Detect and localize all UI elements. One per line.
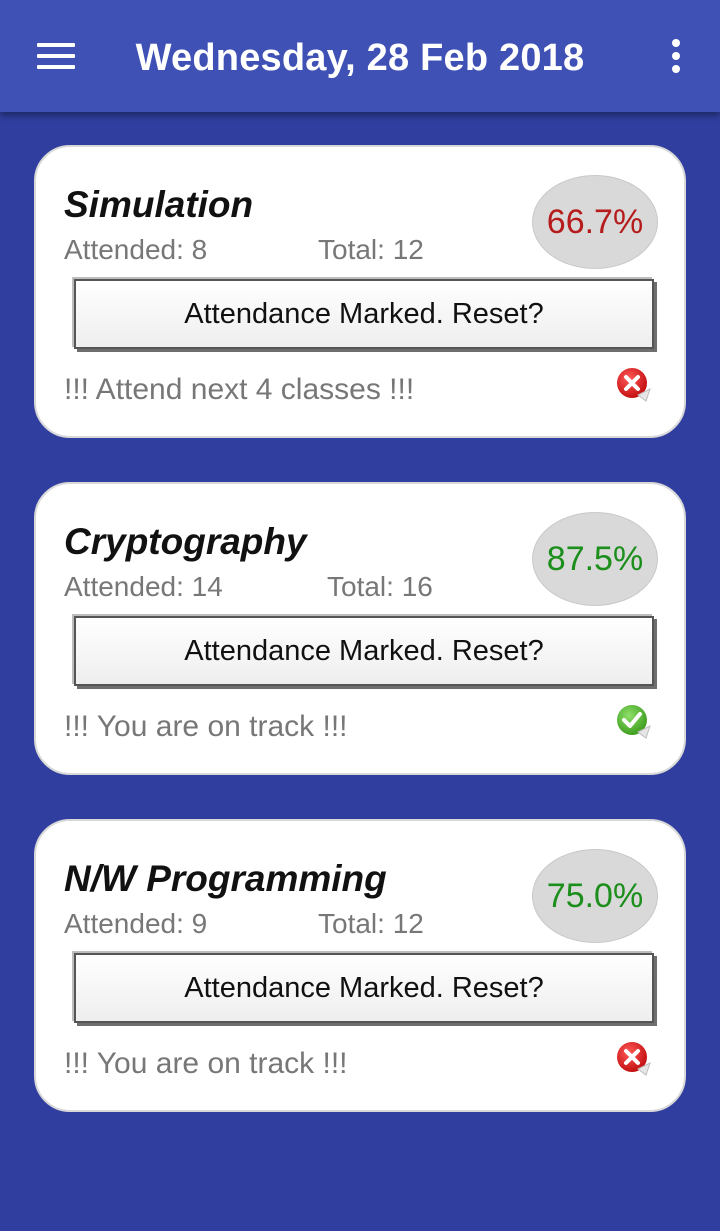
cross-icon[interactable] xyxy=(616,367,652,403)
subject-name: N/W Programming xyxy=(64,858,387,899)
status-message: !!! You are on track !!! xyxy=(64,710,348,743)
subject-card-simulation: Simulation Attended: 8 Total: 12 66.7% A… xyxy=(34,145,686,438)
attendance-percentage: 66.7% xyxy=(532,175,658,269)
subject-card-nw-programming: N/W Programming Attended: 9 Total: 12 75… xyxy=(34,819,686,1112)
subject-name: Cryptography xyxy=(64,521,307,562)
reset-attendance-button[interactable]: Attendance Marked. Reset? xyxy=(74,953,654,1023)
subject-card-cryptography: Cryptography Attended: 14 Total: 16 87.5… xyxy=(34,482,686,775)
page-title: Wednesday, 28 Feb 2018 xyxy=(135,37,585,79)
status-message: !!! You are on track !!! xyxy=(64,1047,348,1080)
attendance-percentage: 87.5% xyxy=(532,512,658,606)
attendance-percentage: 75.0% xyxy=(532,849,658,943)
cross-icon[interactable] xyxy=(616,1041,652,1077)
status-message: !!! Attend next 4 classes !!! xyxy=(64,373,415,406)
total-count: Total: 12 xyxy=(318,234,424,265)
menu-button[interactable] xyxy=(24,26,88,86)
attended-count: Attended: 9 xyxy=(64,908,208,939)
app-bar: Wednesday, 28 Feb 2018 xyxy=(0,0,720,112)
attended-count: Attended: 14 xyxy=(64,571,223,602)
overflow-menu-button[interactable] xyxy=(652,28,700,84)
hamburger-menu-icon xyxy=(37,43,75,69)
more-vert-icon xyxy=(672,39,680,73)
check-icon[interactable] xyxy=(616,704,652,740)
reset-attendance-button[interactable]: Attendance Marked. Reset? xyxy=(74,616,654,686)
attended-count: Attended: 8 xyxy=(64,234,208,265)
total-count: Total: 12 xyxy=(318,908,424,939)
subject-name: Simulation xyxy=(64,184,254,225)
reset-attendance-button[interactable]: Attendance Marked. Reset? xyxy=(74,279,654,349)
total-count: Total: 16 xyxy=(327,571,433,602)
